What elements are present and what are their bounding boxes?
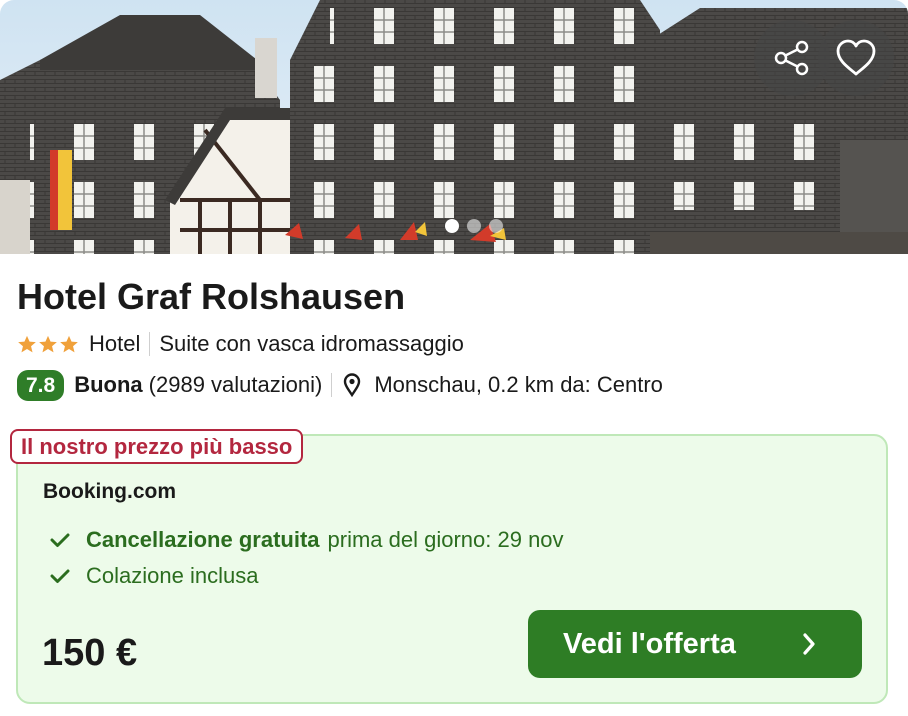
feature-detail: Colazione inclusa — [86, 563, 259, 588]
hotel-name[interactable]: Hotel Graf Rolshausen — [17, 276, 405, 318]
room-type: Suite con vasca idromassaggio — [159, 331, 464, 356]
rating-word: Buona — [74, 372, 143, 397]
check-icon — [50, 532, 72, 548]
view-offer-label: Vedi l'offerta — [563, 627, 736, 660]
hotel-category-line: Hotel Suite con vasca idromassaggio — [17, 330, 464, 358]
lowest-price-badge: Il nostro prezzo più basso — [10, 429, 304, 464]
divider — [149, 332, 151, 356]
favorite-button[interactable] — [818, 20, 894, 96]
feature-free-cancellation: Cancellazione gratuita prima del giorno:… — [50, 527, 564, 553]
feature-breakfast: Colazione inclusa — [50, 563, 258, 589]
hotel-type: Hotel — [89, 331, 141, 356]
star-icon — [39, 335, 57, 352]
star-icon — [60, 335, 78, 352]
divider — [331, 373, 333, 397]
carousel-dots[interactable] — [445, 219, 503, 233]
rating-location-line: 7.8 Buona (2989 valutazioni) Monschau, 0… — [17, 369, 663, 401]
view-offer-button[interactable]: Vedi l'offerta — [528, 610, 862, 678]
price: 150 € — [42, 632, 138, 674]
carousel-dot[interactable] — [489, 219, 503, 233]
chevron-right-icon — [803, 633, 815, 655]
carousel-dot[interactable] — [467, 219, 481, 233]
check-icon — [50, 568, 72, 584]
provider-name: Booking.com — [43, 480, 177, 503]
score-badge: 7.8 — [17, 369, 65, 401]
location-pin-icon — [343, 373, 361, 397]
share-icon — [774, 40, 809, 76]
carousel-dot[interactable] — [445, 219, 459, 233]
feature-title: Cancellazione gratuita — [86, 527, 320, 552]
star-icon — [18, 335, 36, 352]
location-text[interactable]: Monschau, 0.2 km da: Centro — [374, 372, 663, 398]
heart-outline-icon — [836, 39, 876, 76]
review-count[interactable]: (2989 valutazioni) — [149, 372, 323, 398]
feature-detail: prima del giorno: 29 nov — [327, 527, 564, 552]
star-rating — [17, 335, 79, 354]
